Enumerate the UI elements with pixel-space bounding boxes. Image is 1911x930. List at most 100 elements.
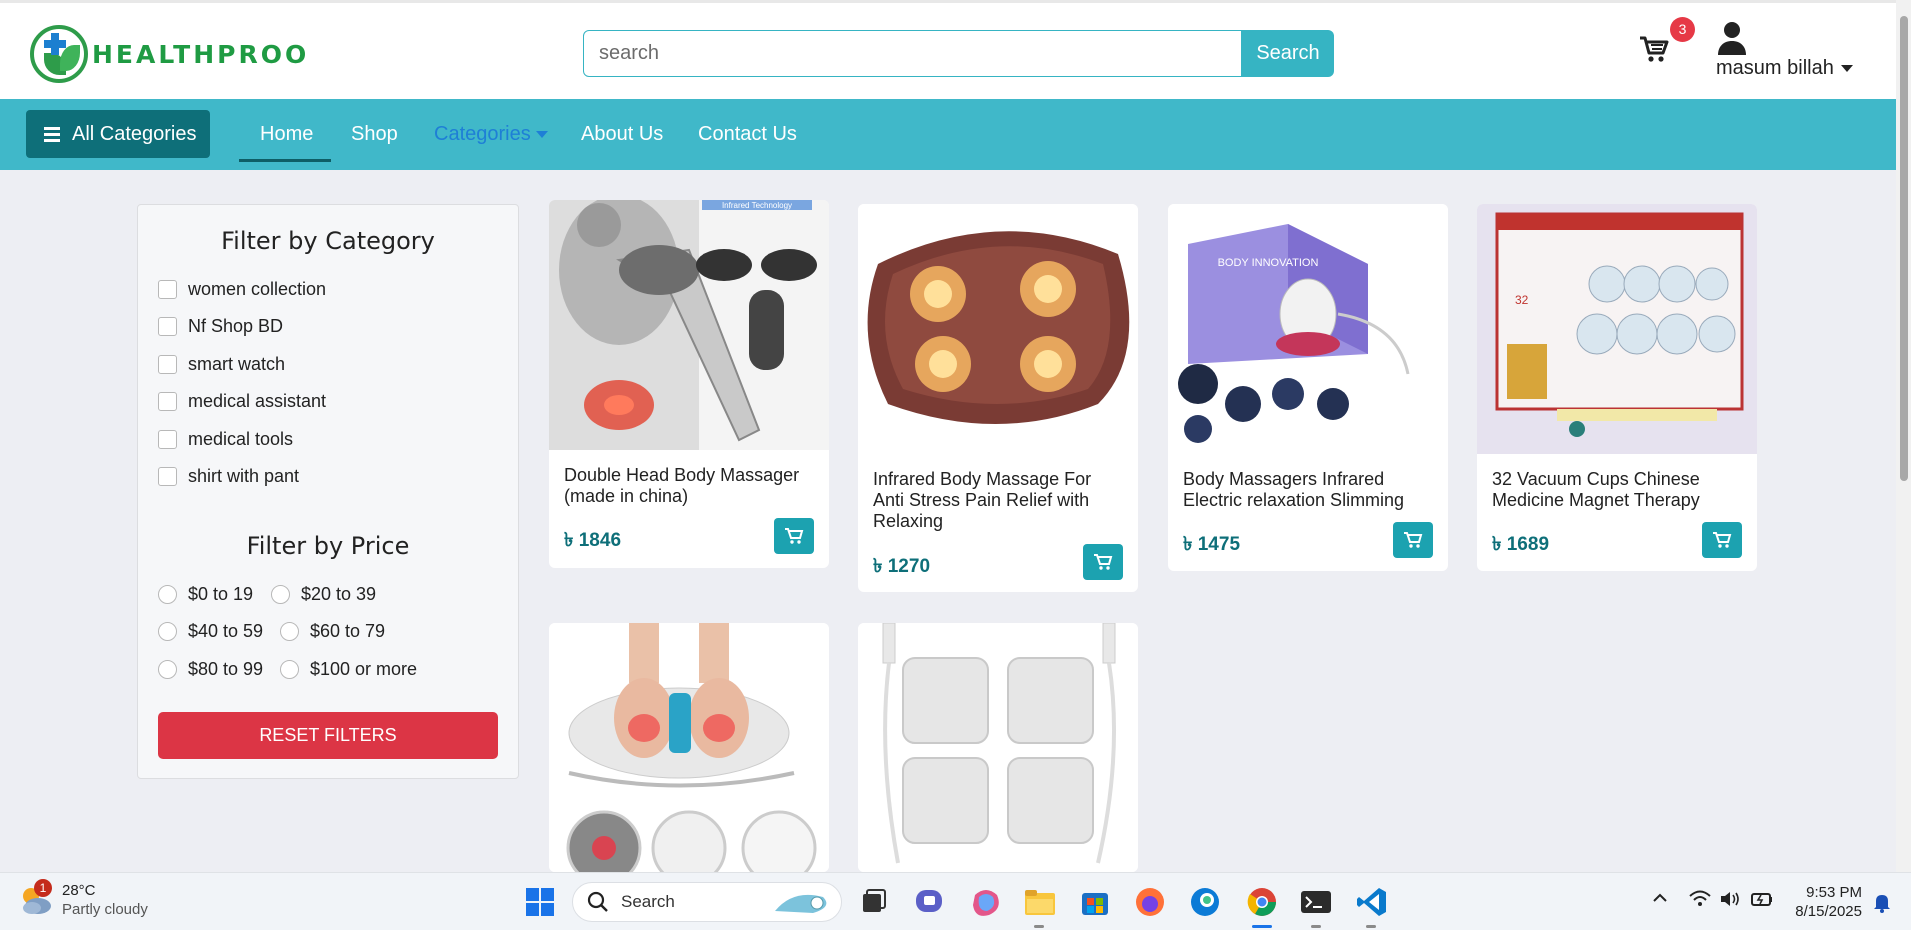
weather-condition: Partly cloudy [62,901,148,918]
main-nav: All Categories Home Shop Categories Abou… [0,99,1896,170]
price-radio[interactable]: $60 to 79 [280,621,385,642]
category-label: Nf Shop BD [188,316,284,336]
volume-icon[interactable] [1719,889,1741,909]
product-image[interactable]: 32 [1477,204,1757,454]
category-checkbox[interactable]: women collection [158,279,326,300]
product-card[interactable]: Infrared Body Massage For Anti Stress Pa… [858,204,1138,592]
category-checkbox[interactable]: shirt with pant [158,466,299,487]
nav-shop[interactable]: Shop [351,123,398,146]
filter-panel: Filter by Category women collection Nf S… [137,204,519,779]
product-card[interactable] [858,623,1138,872]
price-label: $40 to 59 [188,621,264,641]
nav-about[interactable]: About Us [581,123,663,146]
scrollbar-thumb[interactable] [1900,16,1908,481]
microsoft-store-icon[interactable] [1078,885,1112,919]
search-button[interactable]: Search [1242,30,1334,77]
reset-filters-button[interactable]: RESET FILTERS [158,712,498,759]
category-label: smart watch [188,354,286,374]
windows-start-icon[interactable] [523,885,557,919]
weather-text: 28°C Partly cloudy [62,881,148,919]
cart-icon[interactable] [1638,33,1670,65]
checkbox[interactable] [158,317,177,336]
taskbar-search-label: Search [621,892,675,911]
taskbar-search[interactable]: Search [572,882,842,922]
notification-bell-icon[interactable] [1872,892,1892,914]
search-highlight-icon [775,894,827,913]
user-menu[interactable]: masum billah [1716,21,1856,80]
product-card[interactable]: BODY INNOVATION Body Massagers Infrared … [1168,204,1448,571]
radio[interactable] [271,585,290,604]
product-card[interactable]: 32 32 Vacuum Cups Chinese Medicine Magne… [1477,204,1757,571]
checkbox[interactable] [158,392,177,411]
brand-name: HEALTHPROO [92,39,310,69]
add-to-cart-button[interactable] [1393,522,1433,558]
radio[interactable] [280,622,299,641]
page-scrollbar[interactable] [1896,0,1911,872]
chevron-up-icon[interactable] [1651,889,1669,907]
search-input[interactable] [583,30,1242,77]
file-explorer-icon[interactable] [1023,885,1057,919]
price-radio[interactable]: $20 to 39 [271,584,376,605]
product-title[interactable]: 32 Vacuum Cups Chinese Medicine Magnet T… [1492,469,1742,511]
add-to-cart-button[interactable] [1083,544,1123,580]
cart-icon [785,528,804,544]
product-image-caption: Infrared Technology [722,201,792,210]
product-title[interactable]: Double Head Body Massager (made in china… [564,465,814,507]
product-price: ৳ 1689 [1492,534,1550,555]
running-indicator [1311,925,1321,928]
all-categories-button[interactable]: All Categories [26,110,210,158]
windows-taskbar: 1 28°C Partly cloudy Search 9:53 PM 8/15… [0,872,1911,930]
category-checkbox[interactable]: medical assistant [158,391,326,412]
category-checkbox[interactable]: Nf Shop BD [158,316,283,337]
product-title[interactable]: Body Massagers Infrared Electric relaxat… [1183,469,1433,511]
price-label: $80 to 99 [188,659,264,679]
firefox-icon[interactable] [1133,885,1167,919]
copilot-icon[interactable] [969,885,1003,919]
product-image[interactable]: BODY INNOVATION [1168,204,1448,454]
cart-icon [1404,532,1423,548]
product-image[interactable] [549,623,829,872]
category-checkbox[interactable]: medical tools [158,429,293,450]
task-view-icon[interactable] [857,885,891,919]
product-price: ৳ 1846 [564,530,622,551]
add-to-cart-button[interactable] [1702,522,1742,558]
user-name: masum billah [1716,57,1856,80]
radio[interactable] [158,622,177,641]
wifi-icon[interactable] [1689,889,1711,909]
radio[interactable] [280,660,299,679]
checkbox[interactable] [158,280,177,299]
product-image[interactable] [858,623,1138,872]
price-radio[interactable]: $100 or more [280,659,417,680]
add-to-cart-button[interactable] [774,518,814,554]
product-title[interactable]: Infrared Body Massage For Anti Stress Pa… [873,469,1123,532]
active-nav-indicator [239,159,331,162]
weather-temperature: 28°C [62,882,96,899]
vscode-icon[interactable] [1355,885,1389,919]
category-label: medical assistant [188,391,327,411]
price-label: $60 to 79 [310,621,386,641]
system-clock[interactable]: 9:53 PM 8/15/2025 [1770,883,1862,921]
checkbox[interactable] [158,355,177,374]
price-radio[interactable]: $0 to 19 [158,584,253,605]
terminal-icon[interactable] [1299,885,1333,919]
product-card[interactable] [549,623,829,872]
price-label: $20 to 39 [301,584,377,604]
teams-chat-icon[interactable] [913,885,947,919]
nav-categories-dropdown[interactable]: Categories [434,123,548,146]
category-checkbox[interactable]: smart watch [158,354,285,375]
checkbox[interactable] [158,430,177,449]
nav-home[interactable]: Home [260,123,313,146]
chrome-icon[interactable] [1245,885,1279,919]
product-image[interactable] [858,204,1138,454]
product-image[interactable]: Infrared Technology [549,200,829,450]
radio[interactable] [158,585,177,604]
nav-contact[interactable]: Contact Us [698,123,797,146]
checkbox[interactable] [158,467,177,486]
edge-icon[interactable] [1188,885,1222,919]
brand-logo[interactable]: HEALTHPROO [30,25,309,83]
radio[interactable] [158,660,177,679]
product-card[interactable]: Infrared Technology Double Head Body Mas… [549,200,829,568]
price-radio[interactable]: $80 to 99 [158,659,263,680]
price-radio[interactable]: $40 to 59 [158,621,263,642]
weather-widget[interactable]: 1 28°C Partly cloudy [18,879,148,919]
